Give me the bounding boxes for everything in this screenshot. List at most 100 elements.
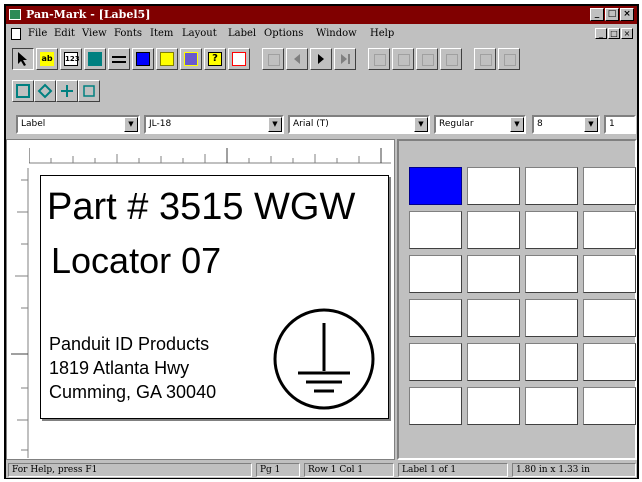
object-type-select[interactable]: Label ▼ — [16, 115, 140, 134]
ungroup-button[interactable] — [498, 48, 520, 70]
menu-options[interactable]: Options — [264, 28, 303, 39]
align-left-button[interactable] — [368, 48, 390, 70]
next-label-button[interactable] — [310, 48, 332, 70]
label-cell[interactable] — [467, 343, 520, 381]
label-cell[interactable] — [467, 299, 520, 337]
chevron-down-icon[interactable]: ▼ — [584, 117, 598, 132]
pointer-icon — [18, 52, 27, 66]
last-icon — [341, 54, 350, 64]
label-part-select[interactable]: JL-18 ▼ — [144, 115, 284, 134]
label-cell[interactable] — [525, 387, 578, 425]
picture-tool-button[interactable] — [156, 48, 178, 70]
label-cell[interactable] — [467, 167, 520, 205]
chevron-down-icon[interactable]: ▼ — [510, 117, 524, 132]
minimize-button[interactable]: _ — [590, 8, 604, 21]
menu-file[interactable]: File — [28, 28, 47, 39]
menu-edit[interactable]: Edit — [54, 28, 75, 39]
label-cell[interactable] — [409, 211, 462, 249]
document-icon[interactable] — [11, 28, 21, 40]
help-tool-button[interactable]: ? — [204, 48, 226, 70]
label-sheet-pane — [397, 139, 637, 460]
zoom-fit-button[interactable] — [12, 80, 34, 102]
label-cell[interactable] — [525, 167, 578, 205]
label-cell[interactable] — [583, 343, 636, 381]
print-tool-button[interactable] — [228, 48, 250, 70]
menu-view[interactable]: View — [82, 28, 107, 39]
text-tool-icon: ab — [40, 52, 54, 66]
align-right-button[interactable] — [416, 48, 438, 70]
number-tool-button[interactable]: 123 — [60, 48, 82, 70]
label-cell[interactable] — [525, 343, 578, 381]
rectangle-tool-button[interactable] — [132, 48, 154, 70]
label-part-value: JL-18 — [149, 119, 172, 129]
prev-icon — [294, 54, 300, 64]
label-cell[interactable] — [467, 255, 520, 293]
zoom-in-button[interactable] — [34, 80, 56, 102]
first-label-button[interactable] — [262, 48, 284, 70]
label-cell[interactable] — [409, 343, 462, 381]
doc-restore-button[interactable]: □ — [608, 28, 620, 39]
status-page: Pg 1 — [256, 463, 300, 477]
align-center-button[interactable] — [392, 48, 414, 70]
locator-text[interactable]: Locator 07 — [51, 240, 221, 282]
pointer-tool-button[interactable] — [12, 48, 34, 70]
app-icon[interactable] — [9, 9, 21, 20]
label-cell[interactable] — [467, 387, 520, 425]
label-canvas[interactable]: Part # 3515 WGW Locator 07 Panduit ID Pr… — [40, 175, 389, 419]
label-cell[interactable] — [583, 299, 636, 337]
label-cell[interactable] — [525, 255, 578, 293]
label-cell[interactable] — [583, 211, 636, 249]
rectangle-icon — [136, 52, 150, 66]
label-cell[interactable] — [409, 387, 462, 425]
doc-close-button[interactable]: × — [621, 28, 633, 39]
menu-window[interactable]: Window — [316, 28, 357, 39]
graphic-tool-button[interactable] — [180, 48, 202, 70]
status-size: 1.80 in x 1.33 in — [512, 463, 636, 477]
barcode-tool-button[interactable] — [84, 48, 106, 70]
label-cell[interactable] — [409, 255, 462, 293]
horizontal-ruler — [29, 148, 391, 164]
part-number-text[interactable]: Part # 3515 WGW — [47, 186, 355, 229]
label-editor[interactable]: Part # 3515 WGW Locator 07 Panduit ID Pr… — [6, 139, 395, 460]
menu-fonts[interactable]: Fonts — [114, 28, 142, 39]
address-line-1[interactable]: Panduit ID Products — [49, 334, 209, 355]
menu-bar: File Edit View Fonts Item Layout Label O… — [6, 25, 637, 43]
picture-icon — [160, 52, 174, 66]
print-icon — [232, 52, 246, 66]
prev-label-button[interactable] — [286, 48, 308, 70]
maximize-button[interactable]: □ — [605, 8, 619, 21]
zoom-out-button[interactable] — [56, 80, 78, 102]
label-cell-selected[interactable] — [409, 167, 462, 205]
title-bar[interactable]: Pan-Mark - [Label5] _ □ × — [6, 6, 637, 24]
close-button[interactable]: × — [620, 8, 634, 21]
menu-item[interactable]: Item — [150, 28, 173, 39]
window-title: Pan-Mark - [Label5] — [26, 8, 151, 21]
chevron-down-icon[interactable]: ▼ — [124, 117, 138, 132]
label-cell[interactable] — [583, 167, 636, 205]
label-cell[interactable] — [583, 387, 636, 425]
group-button[interactable] — [474, 48, 496, 70]
chevron-down-icon[interactable]: ▼ — [414, 117, 428, 132]
address-line-3[interactable]: Cumming, GA 30040 — [49, 382, 216, 403]
menu-help[interactable]: Help — [370, 28, 394, 39]
address-line-2[interactable]: 1819 Atlanta Hwy — [49, 358, 189, 379]
style-select[interactable]: Regular ▼ — [434, 115, 526, 134]
label-cell[interactable] — [409, 299, 462, 337]
ground-symbol-icon[interactable] — [270, 307, 378, 411]
label-cell[interactable] — [525, 299, 578, 337]
menu-layout[interactable]: Layout — [182, 28, 217, 39]
label-cell[interactable] — [467, 211, 520, 249]
line-tool-button[interactable] — [108, 48, 130, 70]
count-field[interactable]: 1 — [604, 115, 636, 134]
menu-label[interactable]: Label — [228, 28, 256, 39]
last-label-button[interactable] — [334, 48, 356, 70]
doc-minimize-button[interactable]: _ — [595, 28, 607, 39]
align-justify-button[interactable] — [440, 48, 462, 70]
size-select[interactable]: 8 ▼ — [532, 115, 600, 134]
label-cell[interactable] — [583, 255, 636, 293]
label-cell[interactable] — [525, 211, 578, 249]
text-tool-button[interactable]: ab — [36, 48, 58, 70]
actual-size-button[interactable] — [78, 80, 100, 102]
chevron-down-icon[interactable]: ▼ — [268, 117, 282, 132]
font-select[interactable]: Arial (T) ▼ — [288, 115, 430, 134]
